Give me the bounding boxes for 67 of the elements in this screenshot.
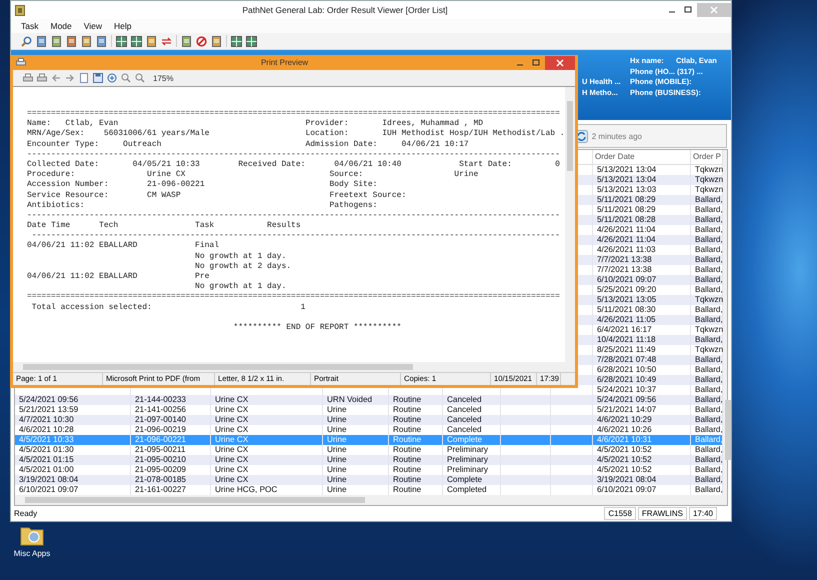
menu-item[interactable]: Mode xyxy=(50,21,72,31)
zoom-level: 175% xyxy=(153,74,174,82)
column-header[interactable]: Order Date xyxy=(593,150,691,164)
arrow-left-icon[interactable] xyxy=(51,73,61,83)
printer-icon[interactable] xyxy=(23,73,33,83)
document-icon[interactable] xyxy=(36,36,47,46)
report-line: No growth at 1 day. xyxy=(194,252,288,262)
report-line: =============================================================================================================== xyxy=(27,109,561,119)
report-line: Name: Ctlab, Evan Provider: Idrees, Muhammad , MD xyxy=(27,119,484,129)
menu-item[interactable]: View xyxy=(84,21,102,31)
zoom-out-icon[interactable] xyxy=(135,73,145,83)
report-end-line: ********** END OF REPORT ********** xyxy=(232,322,402,333)
table-row[interactable]: 4/5/2021 01:15 21-095-00210 Urine CX Urine Routine Preliminary 4/5/2021 10:52 Ballard, xyxy=(15,455,723,465)
document-icon[interactable] xyxy=(51,36,62,46)
desktop-icon-label[interactable]: Misc Apps xyxy=(14,549,50,558)
report-line: -------------------------------------------------------------------------------------------------------------- xyxy=(30,231,561,241)
report-line: --------------------------------------------------------------------------------------------------------------- xyxy=(27,210,561,221)
document-icon[interactable] xyxy=(66,36,77,46)
table-row[interactable]: 5/24/2021 09:56 21-144-00233 Urine CX URN Voided Routine Canceled 5/24/2021 09:56 Ballard, xyxy=(15,395,723,405)
report-line: Total accession selected: 1 xyxy=(30,302,306,313)
horizontal-scrollbar[interactable] xyxy=(15,495,723,505)
report-line: 04/06/21 11:02 EBALLARD Pre xyxy=(27,272,210,282)
document-icon[interactable] xyxy=(211,36,222,46)
close-button[interactable] xyxy=(545,56,575,70)
search-icon[interactable] xyxy=(21,36,32,46)
status-panel: C1558 xyxy=(604,507,636,520)
window-title: Print Preview xyxy=(260,58,310,67)
menu-item[interactable]: Task xyxy=(21,21,38,31)
grid-icon[interactable] xyxy=(246,36,257,46)
table-row[interactable]: 4/7/2021 10:30 21-097-00140 Urine CX Urine Routine Canceled 4/6/2021 10:29 Ballard, xyxy=(15,415,723,425)
printer-icon xyxy=(16,58,26,67)
app-icon xyxy=(15,4,25,16)
menu-item[interactable]: Help xyxy=(114,21,132,31)
report-line: Accession Number: 21-096-00221 Body Site: xyxy=(27,180,378,190)
arrow-right-icon[interactable] xyxy=(65,73,75,83)
grid-icon[interactable] xyxy=(131,36,142,46)
report-line: Date Time Tech Task Results xyxy=(27,221,302,232)
zoom-out-icon[interactable] xyxy=(121,73,131,83)
grid-icon[interactable] xyxy=(231,36,242,46)
page-icon[interactable] xyxy=(79,73,89,83)
grid-icon[interactable] xyxy=(116,36,127,46)
report-line: =============================================================================================================== xyxy=(27,292,561,303)
document-icon[interactable] xyxy=(146,36,157,46)
report-line: Service Resource: CM WASP Freetext Source: xyxy=(27,190,408,201)
report-line: Procedure: Urine CX Source: Urine xyxy=(27,170,480,180)
status-text: Ready xyxy=(14,509,38,518)
document-icon[interactable] xyxy=(181,36,192,46)
report-line: Collected Date: 04/05/21 10:33 Received Date: 04/06/21 10:40 Start Date: 0 xyxy=(27,160,561,170)
save-icon[interactable] xyxy=(93,73,103,83)
printer-icon[interactable] xyxy=(37,73,47,83)
table-row[interactable]: 3/19/2021 08:04 21-078-00185 Urine CX Urine Routine Complete 3/19/2021 08:04 Ballard, xyxy=(15,475,723,485)
status-panel: 17:40 xyxy=(688,507,717,520)
document-icon[interactable] xyxy=(96,36,107,46)
report-line: MRN/Age/Sex: 56031006/61 years/Male Location: IUH Methodist Hosp/IUH Methodist/Lab . xyxy=(27,129,565,140)
report-line: 04/06/21 11:02 EBALLARD Final xyxy=(27,241,220,252)
arrows-icon[interactable] xyxy=(161,36,172,46)
report-line: Antibiotics: Pathogens: xyxy=(27,200,378,211)
zoom-in-icon[interactable] xyxy=(107,73,117,83)
report-line: No growth at 2 days. xyxy=(194,262,292,272)
window-title: PathNet General Lab: Order Result Viewer [Order List] xyxy=(241,5,449,15)
last-updated-text: 2 minutes ago xyxy=(592,132,642,140)
report-line: Encounter Type: Outreach Admission Date: 04/06/21 10:17 xyxy=(27,140,470,150)
document-icon[interactable] xyxy=(81,36,92,46)
status-panel: FRAWLINS xyxy=(638,507,687,520)
report-line: --------------------------------------------------------------------------------------------------------------- xyxy=(27,150,561,160)
report-line: No growth at 1 day. xyxy=(194,282,288,292)
stop-icon[interactable] xyxy=(196,36,207,46)
